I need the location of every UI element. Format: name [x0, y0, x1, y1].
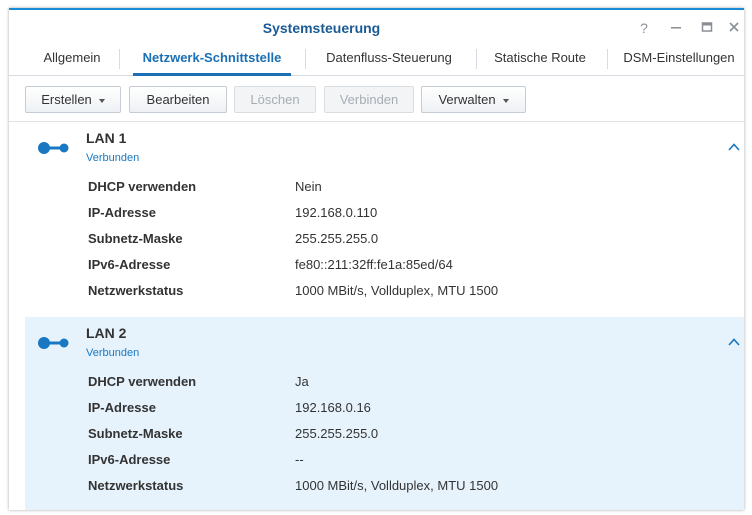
- detail-label: IP-Adresse: [88, 205, 156, 220]
- interface-details: DHCP verwenden Nein IP-Adresse 192.168.0…: [88, 179, 728, 309]
- connect-button-label: Verbinden: [339, 92, 399, 107]
- tab-divider: [119, 49, 120, 69]
- create-button-label: Erstellen: [41, 92, 92, 107]
- interface-name: LAN 2: [86, 325, 127, 341]
- tab-divider: [476, 49, 477, 69]
- lan-connection-icon: [38, 337, 69, 349]
- interface-item-lan1[interactable]: LAN 1 Verbunden DHCP verwenden Nein IP-A…: [25, 122, 744, 316]
- manage-button-label: Verwalten: [438, 92, 496, 107]
- detail-row: Netzwerkstatus 1000 MBit/s, Vollduplex, …: [88, 283, 728, 309]
- detail-label: Netzwerkstatus: [88, 283, 184, 298]
- detail-row: IP-Adresse 192.168.0.16: [88, 400, 728, 426]
- title-bar[interactable]: Systemsteuerung ?: [9, 10, 744, 44]
- delete-button-label: Löschen: [250, 92, 300, 107]
- tab-dsm-einstellungen[interactable]: DSM-Einstellungen: [617, 45, 741, 75]
- lan-connection-icon: [38, 142, 69, 154]
- detail-label: Subnetz-Maske: [88, 231, 183, 246]
- toolbar: Erstellen Bearbeiten Löschen Verbinden V…: [9, 76, 744, 122]
- detail-label: Subnetz-Maske: [88, 426, 183, 441]
- detail-row: DHCP verwenden Ja: [88, 374, 728, 400]
- detail-label: IP-Adresse: [88, 400, 156, 415]
- detail-label: IPv6-Adresse: [88, 257, 171, 272]
- interface-status: Verbunden: [86, 347, 140, 359]
- detail-label: Netzwerkstatus: [88, 478, 184, 493]
- create-button[interactable]: Erstellen: [25, 86, 121, 113]
- interface-list: LAN 1 Verbunden DHCP verwenden Nein IP-A…: [25, 122, 744, 510]
- detail-value: 1000 MBit/s, Vollduplex, MTU 1500: [295, 283, 499, 298]
- tab-divider: [305, 49, 306, 69]
- delete-button[interactable]: Löschen: [234, 86, 316, 113]
- maximize-icon[interactable]: [698, 19, 716, 37]
- detail-value: Nein: [295, 179, 322, 194]
- caret-down-icon: [502, 98, 509, 103]
- chevron-up-icon[interactable]: [727, 335, 741, 349]
- interface-item-lan2[interactable]: LAN 2 Verbunden DHCP verwenden Ja IP-Adr…: [25, 317, 744, 510]
- tab-divider: [607, 49, 608, 69]
- detail-label: DHCP verwenden: [88, 374, 197, 389]
- detail-row: Netzwerkstatus 1000 MBit/s, Vollduplex, …: [88, 478, 728, 504]
- detail-value: 192.168.0.110: [295, 205, 378, 220]
- detail-label: DHCP verwenden: [88, 179, 197, 194]
- window-title: Systemsteuerung: [262, 20, 381, 36]
- connect-button[interactable]: Verbinden: [324, 86, 414, 113]
- detail-row: Subnetz-Maske 255.255.255.0: [88, 426, 728, 452]
- detail-label: IPv6-Adresse: [88, 452, 171, 467]
- detail-row: IPv6-Adresse --: [88, 452, 728, 478]
- detail-value: 1000 MBit/s, Vollduplex, MTU 1500: [295, 478, 499, 493]
- tab-datenfluss-steuerung[interactable]: Datenfluss-Steuerung: [315, 45, 463, 75]
- detail-value: Ja: [295, 374, 309, 389]
- tab-bar: Allgemein Netzwerk-Schnittstelle Datenfl…: [9, 45, 744, 76]
- chevron-up-icon[interactable]: [727, 140, 741, 154]
- edit-button[interactable]: Bearbeiten: [129, 86, 227, 113]
- edit-button-label: Bearbeiten: [146, 92, 210, 107]
- interface-name: LAN 1: [86, 130, 127, 146]
- caret-down-icon: [98, 98, 105, 103]
- tab-netzwerk-schnittstelle[interactable]: Netzwerk-Schnittstelle: [133, 45, 291, 76]
- detail-row: Subnetz-Maske 255.255.255.0: [88, 231, 728, 257]
- detail-row: IPv6-Adresse fe80::211:32ff:fe1a:85ed/64: [88, 257, 728, 283]
- manage-button[interactable]: Verwalten: [421, 86, 526, 113]
- help-icon[interactable]: ?: [635, 19, 653, 37]
- close-icon[interactable]: [725, 19, 743, 37]
- detail-row: DHCP verwenden Nein: [88, 179, 728, 205]
- detail-value: --: [295, 452, 304, 467]
- detail-value: fe80::211:32ff:fe1a:85ed/64: [295, 257, 453, 272]
- control-panel-window: Systemsteuerung ? Allgemein Netzwerk-Sch…: [9, 8, 744, 510]
- minimize-icon[interactable]: [667, 19, 685, 37]
- tab-statische-route[interactable]: Statische Route: [486, 45, 594, 75]
- detail-row: IP-Adresse 192.168.0.110: [88, 205, 728, 231]
- interface-status: Verbunden: [86, 152, 140, 164]
- detail-value: 255.255.255.0: [295, 426, 379, 441]
- tab-allgemein[interactable]: Allgemein: [27, 45, 117, 75]
- interface-details: DHCP verwenden Ja IP-Adresse 192.168.0.1…: [88, 374, 728, 504]
- detail-value: 255.255.255.0: [295, 231, 379, 246]
- detail-value: 192.168.0.16: [295, 400, 371, 415]
